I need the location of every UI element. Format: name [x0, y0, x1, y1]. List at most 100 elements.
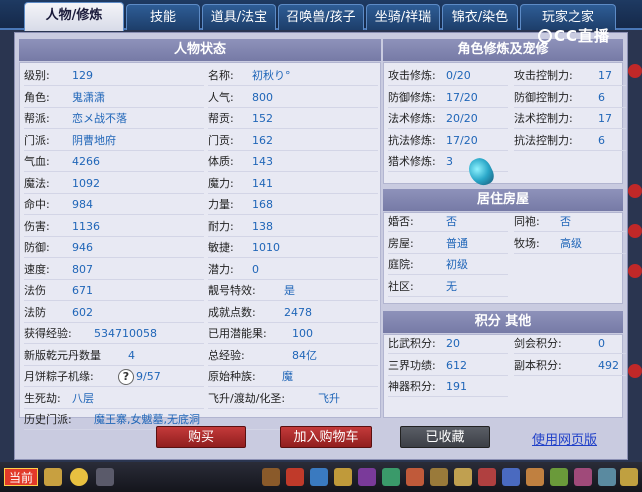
- status-right-row-label: 人气:: [208, 90, 234, 104]
- house-row-right-label: 同袍:: [514, 215, 540, 228]
- status-bottom-row-right: 飞升/渡劫/化圣: 飞升: [208, 389, 378, 409]
- side-badge-icon[interactable]: [628, 364, 642, 378]
- status-left-row-value: 鬼潇潇: [72, 90, 105, 104]
- side-badge-icon[interactable]: [628, 64, 642, 78]
- tab-character[interactable]: 人物/修炼: [24, 2, 124, 31]
- house-title: 居住房屋: [383, 189, 623, 211]
- points-row-label: 三界功绩:: [388, 358, 436, 372]
- cultivation-row-right-value: 6: [598, 90, 605, 104]
- tab-skills[interactable]: 技能: [126, 4, 200, 30]
- status-right-row: 体质: 143: [208, 152, 378, 172]
- tab-mounts[interactable]: 坐骑/祥瑞: [366, 4, 440, 30]
- status-left-row: 帮派: 恋メ战不落: [24, 109, 204, 129]
- status-right-row-value: 是: [284, 284, 295, 297]
- status-right-row: 潜力: 0: [208, 260, 378, 280]
- status-left-row-value: 1092: [72, 176, 100, 190]
- toolbar-item-icon[interactable]: [406, 468, 424, 486]
- status-bottom-row-right: 总经验: 84亿: [208, 346, 378, 366]
- favorited-button[interactable]: 已收藏: [400, 426, 490, 448]
- status-bottom-row-label: 历史门派:: [24, 413, 72, 426]
- tab-items[interactable]: 道具/法宝: [202, 4, 276, 30]
- status-left-row: 伤害: 1136: [24, 217, 204, 237]
- status-right-row: 靓号特效: 是: [208, 281, 378, 301]
- status-left-row-label: 气血:: [24, 155, 50, 168]
- points-row-right-value: 492: [598, 358, 619, 372]
- points-row-right: 剑会积分: 0: [514, 334, 626, 354]
- status-bottom-row-right-label: 总经验:: [208, 348, 245, 362]
- points-row-right-label: 副本积分:: [514, 358, 562, 372]
- status-right-row: 帮贡: 152: [208, 109, 378, 129]
- toolbar-item-icon[interactable]: [478, 468, 496, 486]
- status-right-row: 力量: 168: [208, 195, 378, 215]
- house-row-label: 社区:: [388, 279, 414, 293]
- cultivation-row-value: 0/20: [446, 69, 471, 82]
- status-right-row-label: 魔力:: [208, 176, 234, 190]
- toolbar-item-icon[interactable]: [382, 468, 400, 486]
- toolbar-item-icon[interactable]: [310, 468, 328, 486]
- toolbar-item-icon[interactable]: [620, 468, 638, 486]
- toolbar-item-icon[interactable]: [526, 468, 544, 486]
- status-bottom-row-right-value: 100: [292, 327, 313, 340]
- side-badge-icon[interactable]: [628, 184, 642, 198]
- house-row-label: 婚否:: [388, 215, 414, 228]
- tab-summons[interactable]: 召唤兽/孩子: [278, 4, 364, 30]
- status-bottom-row-right: 原始种族: 魔: [208, 367, 378, 387]
- status-right-row-value: 168: [252, 198, 273, 211]
- toolbar-item-icon[interactable]: [598, 468, 616, 486]
- status-left-row-label: 法防: [24, 305, 46, 319]
- status-right-row-value: 初秋り°: [252, 69, 291, 82]
- cultivation-row-label: 抗法修炼:: [388, 133, 436, 147]
- cultivation-row-right-label: 防御控制力:: [514, 90, 573, 104]
- use-web-version-link[interactable]: 使用网页版: [532, 429, 597, 448]
- status-left-row-value: 984: [72, 198, 93, 211]
- status-left-row: 命中: 984: [24, 195, 204, 215]
- cc-live-logo: CC直播: [538, 25, 610, 46]
- toolbar-item-icon[interactable]: [454, 468, 472, 486]
- status-left-row: 角色: 鬼潇潇: [24, 88, 204, 108]
- house-row-right-label: 牧场:: [514, 236, 540, 250]
- cultivation-row-right-label: 法术控制力:: [514, 112, 573, 125]
- add-to-cart-button[interactable]: 加入购物车: [280, 426, 372, 448]
- status-bottom-row: 生死劫: 八层: [24, 389, 204, 409]
- house-row-value: 否: [446, 215, 457, 228]
- microphone-icon[interactable]: [44, 468, 62, 486]
- tab-outfits[interactable]: 锦衣/染色: [442, 4, 518, 30]
- status-left-row: 门派: 阴曹地府: [24, 131, 204, 151]
- status-bottom-row-value: 9/57: [136, 370, 161, 383]
- toolbar-item-icon[interactable]: [286, 468, 304, 486]
- toolbar-item-icon[interactable]: [574, 468, 592, 486]
- status-left-row-label: 帮派:: [24, 112, 50, 125]
- toolbar-item-icon[interactable]: [358, 468, 376, 486]
- buy-button[interactable]: 购买: [156, 426, 246, 448]
- toolbar-item-icon[interactable]: [334, 468, 352, 486]
- cultivation-row-right: 攻击控制力: 17: [514, 66, 626, 86]
- help-icon[interactable]: ?: [118, 369, 134, 385]
- house-row-right-value: 高级: [560, 236, 582, 250]
- current-channel-button[interactable]: 当前: [4, 468, 38, 486]
- points-row-right: 副本积分: 492: [514, 356, 626, 376]
- cultivation-row-right: 法术控制力: 17: [514, 109, 626, 129]
- toolbar-item-icon[interactable]: [262, 468, 280, 486]
- status-right-row-label: 耐力:: [208, 219, 234, 233]
- status-left-row-value: 1136: [72, 219, 100, 233]
- toolbar-item-icon[interactable]: [502, 468, 520, 486]
- house-row-right: 同袍: 否: [514, 212, 626, 232]
- game-taskbar: 当前: [0, 462, 642, 492]
- cultivation-row: 法术修炼: 20/20: [388, 109, 508, 129]
- status-bottom-row-label: 生死劫:: [24, 391, 61, 405]
- points-row-right-value: 0: [598, 337, 605, 350]
- chat-icon[interactable]: [96, 468, 114, 486]
- status-right-row-label: 靓号特效:: [208, 284, 256, 297]
- house-row-right: 牧场: 高级: [514, 234, 626, 254]
- status-bottom-row-label: 月饼粽子机缘:: [24, 370, 94, 383]
- status-right-row-label: 体质:: [208, 155, 234, 168]
- side-badge-icon[interactable]: [628, 224, 642, 238]
- status-bottom-row-right-label: 已用潜能果:: [208, 327, 267, 340]
- toolbar-item-icon[interactable]: [430, 468, 448, 486]
- toolbar-item-icon[interactable]: [550, 468, 568, 486]
- points-row-label: 神器积分:: [388, 380, 436, 393]
- side-badge-icon[interactable]: [628, 264, 642, 278]
- emoji-icon[interactable]: [70, 468, 88, 486]
- status-left-row: 速度: 807: [24, 260, 204, 280]
- status-left-row-label: 速度:: [24, 262, 50, 276]
